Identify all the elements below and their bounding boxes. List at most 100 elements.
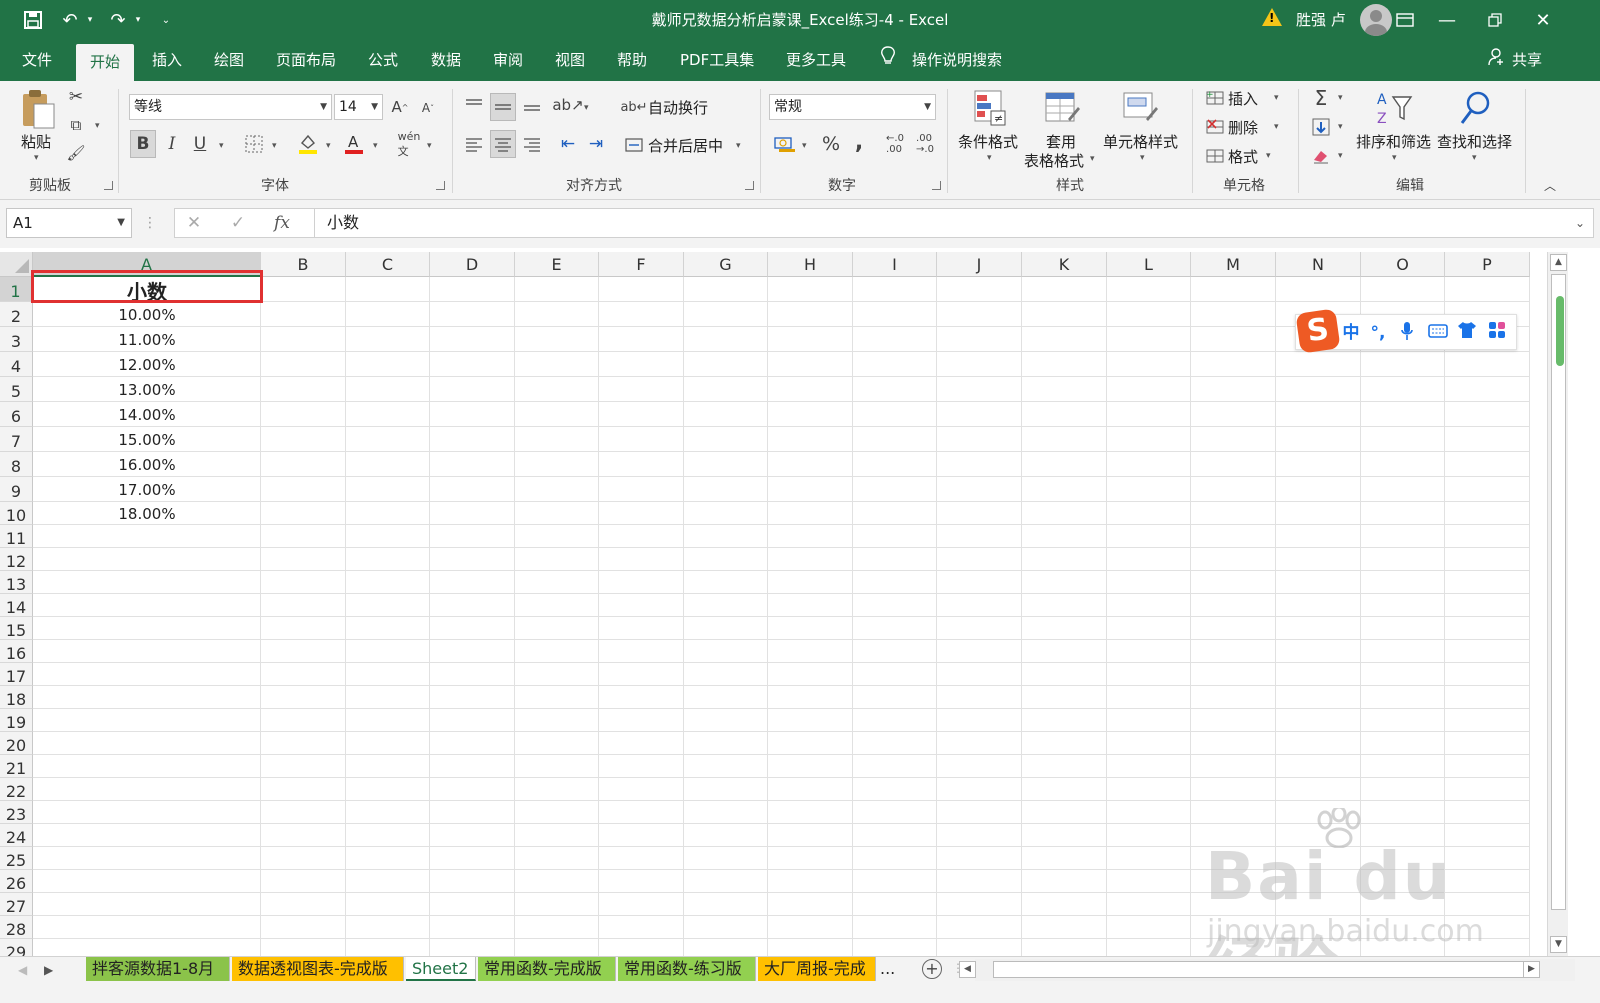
sheet-tab[interactable]: 常用函数-完成版 [478,957,616,981]
column-header-p[interactable]: P [1445,252,1530,277]
increase-font-icon[interactable]: A ^ [390,95,410,119]
cell-styles-button[interactable]: 单元格样式 [1103,131,1178,152]
add-sheet-icon[interactable]: + [922,959,942,979]
column-header-b[interactable]: B [261,252,346,277]
column-header-j[interactable]: J [937,252,1022,277]
paste-icon[interactable] [18,87,58,131]
row-header-1[interactable]: 1 [0,277,33,302]
row-header-5[interactable]: 5 [0,377,33,402]
bold-button[interactable]: B [130,130,156,158]
column-header-g[interactable]: G [684,252,768,277]
paste-dropdown-icon[interactable]: ▾ [34,153,39,163]
insert-function-icon[interactable]: fx [271,211,293,235]
phonetic-icon[interactable]: wén 文 [398,130,421,158]
merge-dropdown-icon[interactable]: ▾ [736,141,741,151]
punctuation-icon[interactable]: °, [1368,321,1388,345]
row-header-16[interactable]: 16 [0,640,33,663]
cell-a5[interactable]: 13.00% [33,377,261,402]
row-header-22[interactable]: 22 [0,778,33,801]
tab-more-tools[interactable]: 更多工具 [786,40,846,81]
delete-cells-icon[interactable] [1204,116,1226,138]
align-middle-icon[interactable] [490,93,516,121]
column-header-o[interactable]: O [1361,252,1445,277]
format-as-table-icon[interactable] [1042,87,1082,129]
number-launcher-icon[interactable] [932,181,941,190]
column-header-m[interactable]: M [1191,252,1276,277]
align-left-icon[interactable] [462,131,486,157]
tab-formulas[interactable]: 公式 [368,40,398,81]
wrap-text-icon[interactable]: ab↵ [620,95,647,119]
more-icon[interactable]: ⋮ [143,212,157,234]
copy-icon[interactable]: ⧉ [66,115,86,135]
row-header-9[interactable]: 9 [0,477,33,502]
align-center-icon[interactable] [490,130,516,158]
microphone-icon[interactable] [1396,321,1418,345]
row-header-18[interactable]: 18 [0,686,33,709]
horizontal-scrollbar[interactable]: ◀ ▶ [959,959,1575,981]
sogou-logo-icon[interactable]: S [1295,308,1341,354]
row-header-11[interactable]: 11 [0,525,33,548]
cell-a9[interactable]: 17.00% [33,477,261,502]
orientation-dropdown-icon[interactable]: ▾ [584,103,589,113]
scroll-down-icon[interactable]: ▼ [1550,936,1567,953]
phonetic-dropdown-icon[interactable]: ▾ [427,141,432,151]
column-header-n[interactable]: N [1276,252,1361,277]
ribbon-display-icon[interactable] [1390,6,1420,34]
comma-style-button[interactable]: , [850,129,868,155]
font-size-select[interactable]: 14 ▼ [334,94,383,120]
align-bottom-icon[interactable] [520,93,544,117]
font-launcher-icon[interactable] [436,181,445,190]
row-header-3[interactable]: 3 [0,327,33,352]
horizontal-scroll-thumb[interactable] [993,961,1533,978]
column-header-e[interactable]: E [515,252,599,277]
format-as-table-line2[interactable]: 表格格式 [1024,150,1084,171]
skin-shirt-icon[interactable] [1456,321,1478,345]
cell-a3[interactable]: 11.00% [33,327,261,352]
collapse-ribbon-icon[interactable]: ︿ [1540,177,1560,193]
fill-color-dropdown-icon[interactable]: ▾ [326,141,331,151]
row-header-17[interactable]: 17 [0,663,33,686]
ime-mode-toggle[interactable]: 中 [1340,321,1362,345]
fill-color-icon[interactable] [296,131,320,157]
row-header-14[interactable]: 14 [0,594,33,617]
column-header-k[interactable]: K [1022,252,1107,277]
close-icon[interactable]: ✕ [1528,6,1558,34]
insert-dropdown-icon[interactable]: ▾ [1274,93,1279,103]
row-header-15[interactable]: 15 [0,617,33,640]
format-painter-icon[interactable]: 🖌 [66,143,86,163]
find-select-dropdown-icon[interactable]: ▾ [1472,153,1477,163]
avatar[interactable] [1360,4,1392,36]
row-header-20[interactable]: 20 [0,732,33,755]
row-header-27[interactable]: 27 [0,893,33,916]
merge-center-icon[interactable] [624,133,644,157]
fill-icon[interactable] [1310,116,1332,138]
delete-dropdown-icon[interactable]: ▾ [1274,122,1279,132]
decrease-font-icon[interactable]: Aˇ [418,97,438,119]
formula-input[interactable]: 小数 ⌄ [314,208,1594,238]
decrease-indent-icon[interactable]: ⇤ [556,131,580,157]
conditional-formatting-icon[interactable]: ≠ [970,87,1010,129]
vertical-scroll-thumb[interactable] [1551,274,1566,910]
cell-a6[interactable]: 14.00% [33,402,261,427]
row-header-4[interactable]: 4 [0,352,33,377]
clear-icon[interactable] [1310,145,1332,167]
select-all-button[interactable] [0,252,33,277]
keyboard-icon[interactable] [1426,321,1450,345]
cell-a7[interactable]: 15.00% [33,427,261,452]
restore-icon[interactable] [1480,6,1510,34]
cell-a2[interactable]: 10.00% [33,302,261,327]
user-name[interactable]: 胜强 卢 [1296,0,1346,40]
percent-style-button[interactable]: % [820,131,842,157]
cell-styles-dropdown-icon[interactable]: ▾ [1140,153,1145,163]
prev-sheet-icon[interactable]: ◀ [18,963,27,977]
column-header-h[interactable]: H [768,252,853,277]
accounting-format-icon[interactable] [772,131,798,157]
tab-page-layout[interactable]: 页面布局 [276,40,336,81]
copy-dropdown-icon[interactable]: ▾ [95,121,100,131]
tab-review[interactable]: 审阅 [493,40,523,81]
tell-me-search[interactable]: 操作说明搜索 [912,40,1002,81]
align-right-icon[interactable] [520,131,544,157]
minimize-icon[interactable]: — [1432,6,1462,34]
cell-a4[interactable]: 12.00% [33,352,261,377]
decrease-decimal-icon[interactable]: .00 →.0 [912,131,938,157]
